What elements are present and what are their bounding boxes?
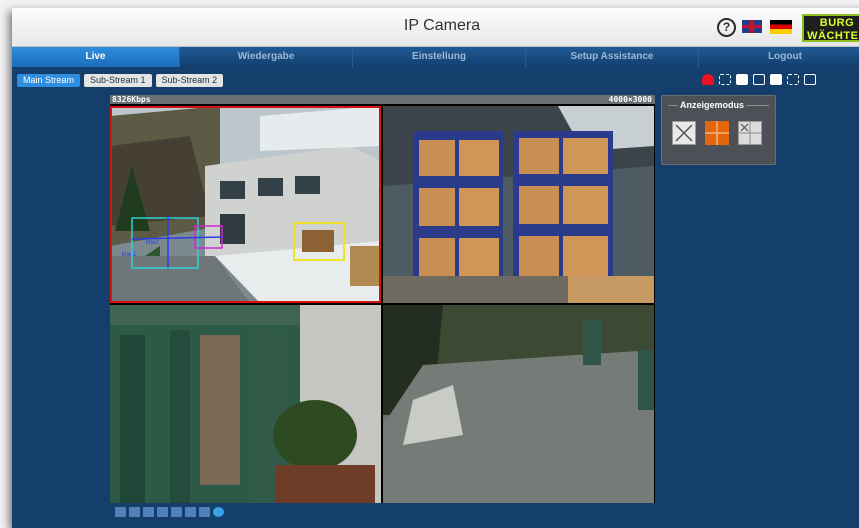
video-view[interactable]: 8326Kbps 4000×3000 line2 line 1 (110, 95, 655, 503)
zoom-out-icon[interactable] (115, 507, 126, 517)
record-video-icon[interactable] (770, 74, 782, 85)
alarm-icon[interactable] (702, 74, 714, 85)
play-icon[interactable] (213, 507, 224, 517)
video-info-bar: 8326Kbps 4000×3000 (110, 95, 655, 104)
quad-view-mode-icon[interactable] (705, 121, 729, 145)
header: IP Camera ? BURGWÄCHTER (12, 8, 859, 47)
camera-view-2[interactable] (383, 106, 654, 303)
tab-logout[interactable]: Logout (699, 47, 859, 67)
stream-selector: Main Stream Sub-Stream 1 Sub-Stream 2 (17, 74, 224, 87)
speaker-icon[interactable] (804, 74, 816, 85)
line2-label: line2 (146, 240, 159, 246)
live-toolbar (702, 74, 816, 85)
help-icon[interactable]: ? (717, 18, 736, 37)
app-window: IP Camera ? BURGWÄCHTER Live Wiedergabe … (12, 8, 859, 528)
refresh-icon[interactable] (199, 507, 210, 517)
main-stream-button[interactable]: Main Stream (17, 74, 81, 87)
camera-icon[interactable] (736, 74, 748, 85)
grid-icon[interactable] (157, 507, 168, 517)
bitrate-readout: 8326Kbps (112, 95, 151, 104)
uk-flag-icon[interactable] (742, 20, 762, 33)
image-icon[interactable] (753, 74, 765, 85)
save-icon[interactable] (143, 507, 154, 517)
main-nav: Live Wiedergabe Einstellung Setup Assist… (12, 47, 859, 67)
fullscreen-icon[interactable] (787, 74, 799, 85)
multi-view-mode-icon[interactable] (738, 121, 762, 145)
sub-stream-1-button[interactable]: Sub-Stream 1 (84, 74, 152, 87)
tab-setup-assistance[interactable]: Setup Assistance (526, 47, 699, 67)
settings-icon[interactable] (185, 507, 196, 517)
brand-logo: BURGWÄCHTER (802, 14, 859, 42)
camera-view-3[interactable] (110, 305, 381, 503)
resolution-readout: 4000×3000 (608, 95, 652, 104)
zoom-in-icon[interactable] (129, 507, 140, 517)
tab-wiedergabe[interactable]: Wiedergabe (180, 47, 353, 67)
camera-view-1[interactable]: line2 line 1 (110, 106, 381, 303)
german-flag-icon[interactable] (770, 20, 792, 34)
video-controls (115, 507, 224, 517)
display-mode-panel: Anzeigemodus (661, 95, 776, 165)
sub-stream-2-button[interactable]: Sub-Stream 2 (155, 74, 224, 87)
single-view-mode-icon[interactable] (672, 121, 696, 145)
snapshot-region-icon[interactable] (719, 74, 731, 85)
line1-label: line 1 (122, 252, 137, 258)
ptz-icon[interactable] (171, 507, 182, 517)
tab-live[interactable]: Live (12, 47, 180, 67)
camera-view-4[interactable] (383, 305, 654, 503)
display-mode-title: Anzeigemodus (678, 100, 747, 110)
tab-einstellung[interactable]: Einstellung (353, 47, 526, 67)
